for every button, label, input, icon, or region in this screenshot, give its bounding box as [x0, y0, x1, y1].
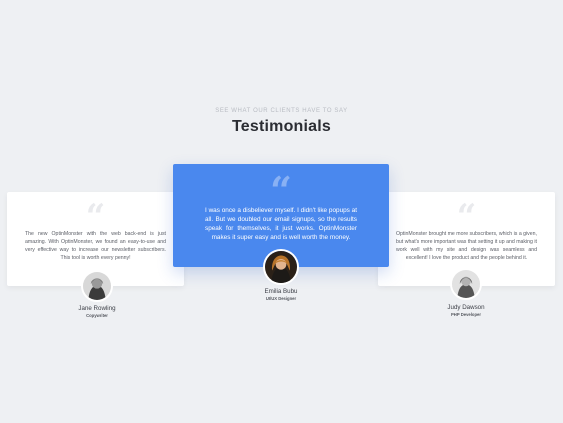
- section-eyebrow: SEE WHAT OUR CLIENTS HAVE TO SAY: [215, 108, 348, 114]
- testimonial-text: The new OptinMonster with the web back-e…: [25, 231, 166, 261]
- avatar[interactable]: [263, 249, 299, 285]
- testimonial-author-name: Judy Dawson: [447, 304, 485, 311]
- avatar-photo: [83, 272, 111, 300]
- testimonial-author-name: Emilia Bubu: [264, 288, 298, 295]
- testimonial-text: OptinMonster brought me more subscribers…: [396, 231, 537, 261]
- quote-icon: “: [456, 197, 477, 237]
- testimonial-author-role: Copywriter: [86, 313, 108, 318]
- testimonial-author-role: UI/UX Designer: [265, 296, 297, 301]
- avatar[interactable]: [81, 270, 113, 302]
- testimonial-author-name: Jane Rowling: [78, 305, 116, 312]
- avatar-photo: [452, 270, 480, 298]
- testimonial-text: I was once a disbeliever myself. I didn'…: [205, 207, 357, 241]
- quote-icon: “: [270, 168, 292, 213]
- section-title: Testimonials: [231, 118, 332, 135]
- testimonial-author-role: PHP Developer: [451, 312, 481, 317]
- avatar-photo: [265, 251, 297, 283]
- avatar[interactable]: [450, 268, 482, 300]
- quote-icon: “: [85, 197, 106, 237]
